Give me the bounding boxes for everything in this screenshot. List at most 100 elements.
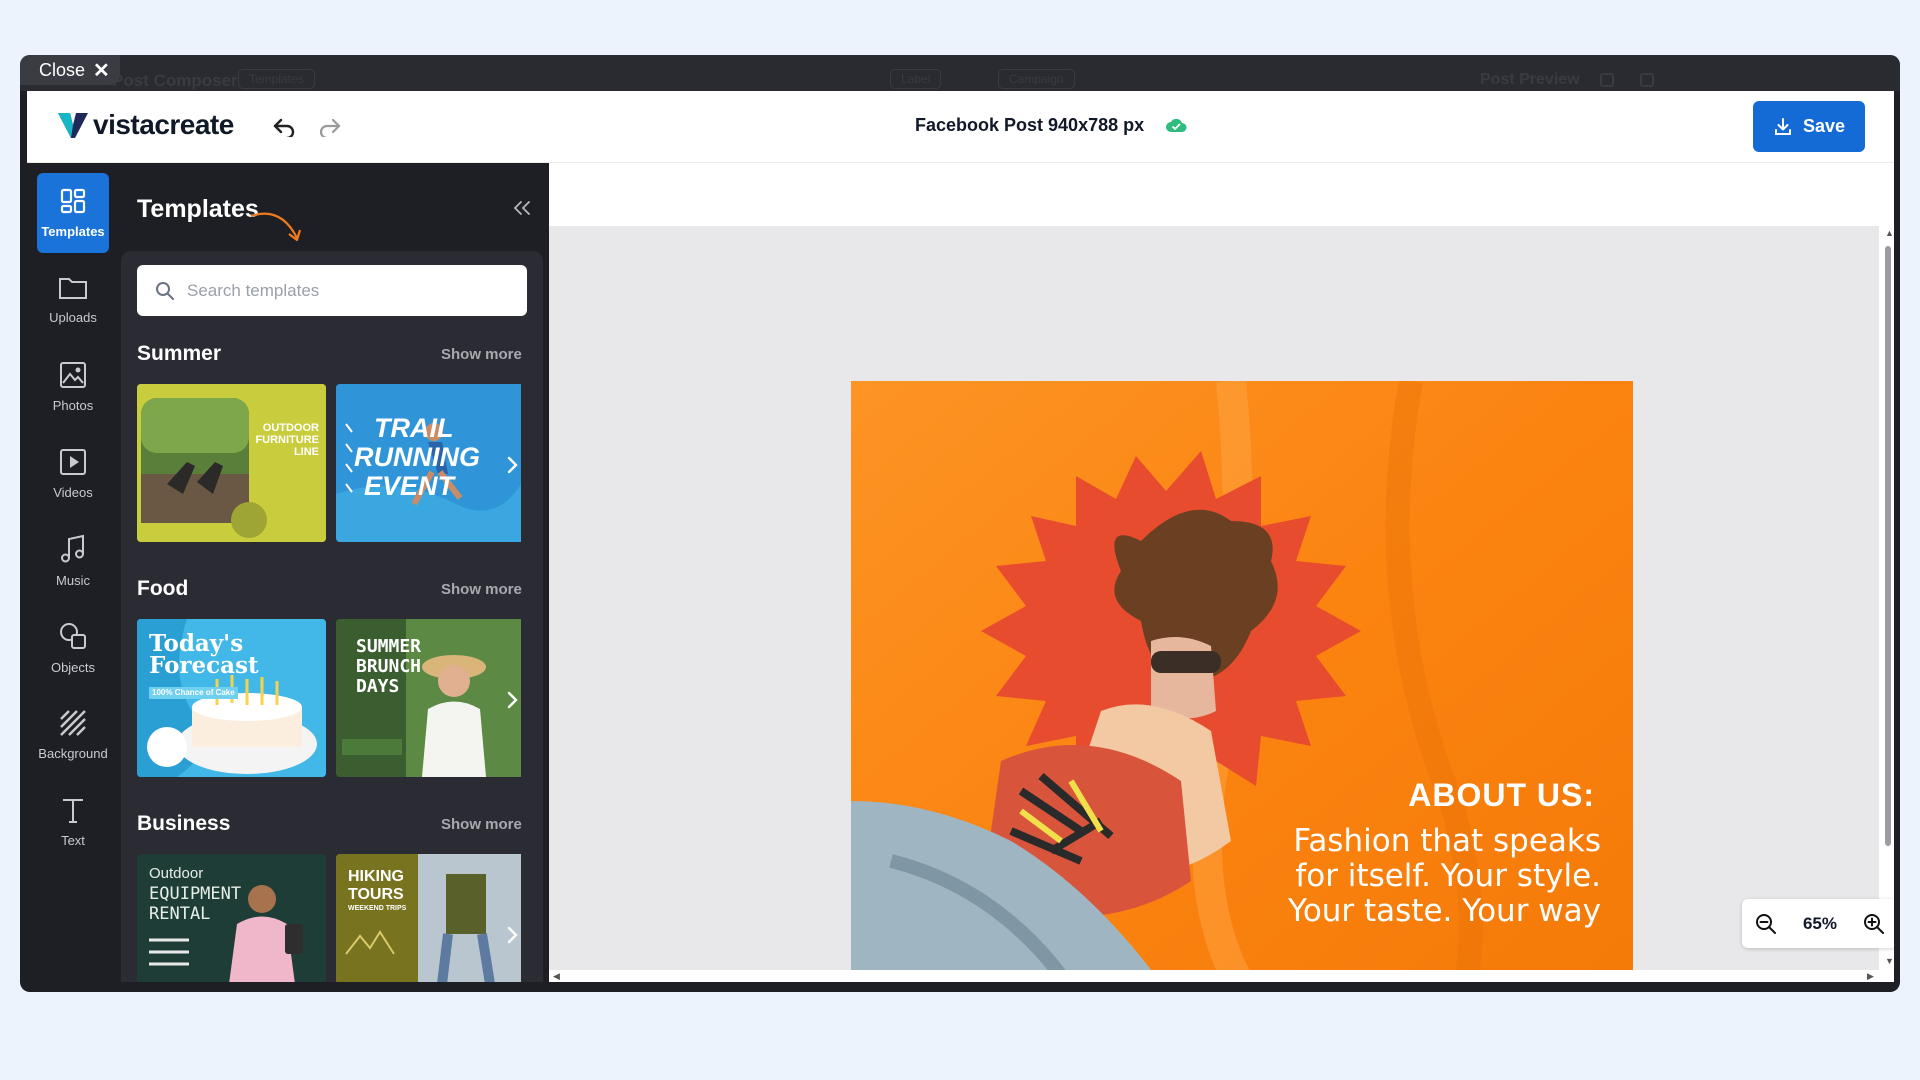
- background-composer-bar: Post Composer Templates Label Campaign P…: [20, 55, 1900, 91]
- zoom-in-button[interactable]: [1863, 913, 1885, 935]
- template-thumb-hiking-tours[interactable]: HIKING TOURS WEEKEND TRIPS: [336, 854, 521, 982]
- save-label: Save: [1802, 116, 1846, 136]
- canvas-heading[interactable]: ABOUT US:: [1408, 777, 1595, 814]
- background-square-icon: [1600, 73, 1614, 87]
- panel-body: Summer Show more OUTDOOR FURNITURE: [121, 251, 543, 982]
- redo-button[interactable]: [315, 112, 345, 142]
- zoom-out-button[interactable]: [1755, 913, 1777, 935]
- canvas-toolbar-area: [549, 163, 1889, 226]
- close-label: Close: [39, 59, 86, 80]
- scroll-down-icon: ▼: [1885, 956, 1894, 966]
- image-icon: [60, 362, 86, 388]
- curved-arrow-icon: [250, 212, 302, 242]
- chevron-right-icon: [507, 926, 518, 944]
- thumb-text: FURNITURE: [255, 434, 319, 446]
- search-box[interactable]: [137, 265, 527, 316]
- vertical-scrollbar[interactable]: ▲ ▼: [1882, 226, 1894, 970]
- template-thumb-trail-running[interactable]: TRAIL RUNNING EVENT: [336, 384, 521, 542]
- vistacreate-logo-icon: [58, 113, 88, 138]
- app-window: Post Composer Templates Label Campaign P…: [20, 55, 1900, 992]
- template-thumb-summer-brunch[interactable]: SUMMER BRUNCH DAYS: [336, 619, 521, 777]
- redo-icon: [319, 118, 341, 137]
- template-preview-image: [137, 384, 326, 542]
- thumb-text: OUTDOOR: [262, 422, 319, 434]
- rail-item-photos[interactable]: Photos: [37, 347, 109, 427]
- shapes-icon: [60, 623, 86, 649]
- double-chevron-left-icon: [513, 201, 530, 215]
- show-more-food[interactable]: Show more: [441, 581, 522, 598]
- thumb-text: RUNNING: [354, 442, 480, 472]
- canvas-area: ABOUT US: Fashion that speaks for itself…: [549, 163, 1894, 982]
- close-button[interactable]: Close ✕: [20, 55, 120, 85]
- thumb-text: LINE: [293, 446, 319, 458]
- undo-button[interactable]: [269, 112, 299, 142]
- scroll-up-icon: ▲: [1885, 228, 1894, 238]
- folder-icon: [59, 278, 87, 299]
- rail-item-background[interactable]: Background: [37, 695, 109, 775]
- pattern-icon: [60, 710, 86, 736]
- template-thumb-equipment-rental[interactable]: Outdoor EQUIPMENT RENTAL: [137, 854, 326, 982]
- search-icon: [156, 281, 174, 300]
- canvas-body-text[interactable]: Fashion that speaks for itself. Your sty…: [1271, 824, 1601, 929]
- section-title-business: Business: [137, 812, 231, 835]
- scroll-right-business[interactable]: [501, 920, 523, 950]
- template-thumb-todays-forecast[interactable]: Today's Forecast 100% Chance of Cake: [137, 619, 326, 777]
- thumb-text: RENTAL: [149, 904, 211, 924]
- background-title: Post Composer: [112, 71, 238, 90]
- editor: vistacreate Facebook Post 940x788 px Sav…: [27, 91, 1894, 982]
- rail-item-templates[interactable]: Templates: [37, 173, 109, 253]
- thumb-text: EQUIPMENT: [149, 884, 242, 904]
- cloud-saved-icon: [1166, 118, 1187, 132]
- rail-item-objects[interactable]: Objects: [37, 608, 109, 688]
- thumb-text: TRAIL: [374, 413, 454, 443]
- vertical-scroll-thumb[interactable]: [1885, 246, 1891, 846]
- rail-label: Objects: [50, 660, 96, 675]
- zoom-level[interactable]: 65%: [1803, 914, 1837, 934]
- rail-label: Uploads: [49, 310, 97, 325]
- thumb-text: 100% Chance of Cake: [149, 687, 238, 699]
- section-title-food: Food: [137, 577, 189, 600]
- background-campaign-chip: Campaign: [998, 69, 1075, 89]
- rail-item-music[interactable]: Music: [37, 521, 109, 601]
- rail-item-videos[interactable]: Videos: [37, 434, 109, 514]
- rail-label: Videos: [53, 485, 93, 500]
- scroll-right-icon: ▶: [1867, 971, 1874, 981]
- templates-icon: [60, 188, 86, 214]
- music-icon: [61, 534, 84, 563]
- undo-icon: [273, 118, 295, 137]
- rail-label: Templates: [41, 224, 105, 239]
- thumb-text: WEEKEND TRIPS: [348, 905, 407, 912]
- horizontal-scrollbar[interactable]: ◀ ▶: [549, 970, 1882, 982]
- background-preview-title: Post Preview: [1480, 71, 1580, 88]
- thumb-text: Forecast: [149, 652, 259, 679]
- chevron-right-icon: [507, 456, 518, 474]
- collapse-panel-button[interactable]: [511, 199, 533, 222]
- thumb-text: EVENT: [364, 471, 455, 501]
- save-button[interactable]: Save: [1753, 101, 1865, 152]
- rail-item-uploads[interactable]: Uploads: [37, 260, 109, 340]
- show-more-business[interactable]: Show more: [441, 816, 522, 833]
- logo: vistacreate: [58, 109, 234, 141]
- logo-text: vistacreate: [93, 109, 234, 140]
- text-icon: [63, 799, 83, 823]
- thumb-text: DAYS: [356, 676, 400, 697]
- rail-label: Music: [56, 573, 90, 588]
- template-thumb-outdoor-furniture[interactable]: OUTDOOR FURNITURE LINE: [137, 384, 326, 542]
- scroll-left-icon: ◀: [553, 971, 560, 981]
- design-canvas[interactable]: ABOUT US: Fashion that speaks for itself…: [851, 381, 1633, 982]
- scroll-right-food[interactable]: [501, 685, 523, 715]
- show-more-summer[interactable]: Show more: [441, 346, 522, 363]
- download-icon: [1774, 117, 1791, 135]
- sidebar-rail: Templates Uploads Photos Videos Music Ob…: [27, 163, 119, 982]
- document-title[interactable]: Facebook Post 940x788 px: [915, 115, 1144, 136]
- rail-label: Photos: [52, 398, 94, 413]
- section-title-summer: Summer: [137, 342, 222, 365]
- rail-item-text[interactable]: Text: [37, 782, 109, 862]
- scroll-right-summer[interactable]: [501, 450, 523, 480]
- background-square-icon: [1640, 73, 1654, 87]
- background-label-chip: Label: [890, 69, 942, 89]
- search-input[interactable]: [187, 280, 507, 301]
- thumb-text: SUMMER: [356, 636, 422, 657]
- rail-label: Text: [61, 833, 85, 848]
- zoom-out-icon: [1755, 913, 1776, 934]
